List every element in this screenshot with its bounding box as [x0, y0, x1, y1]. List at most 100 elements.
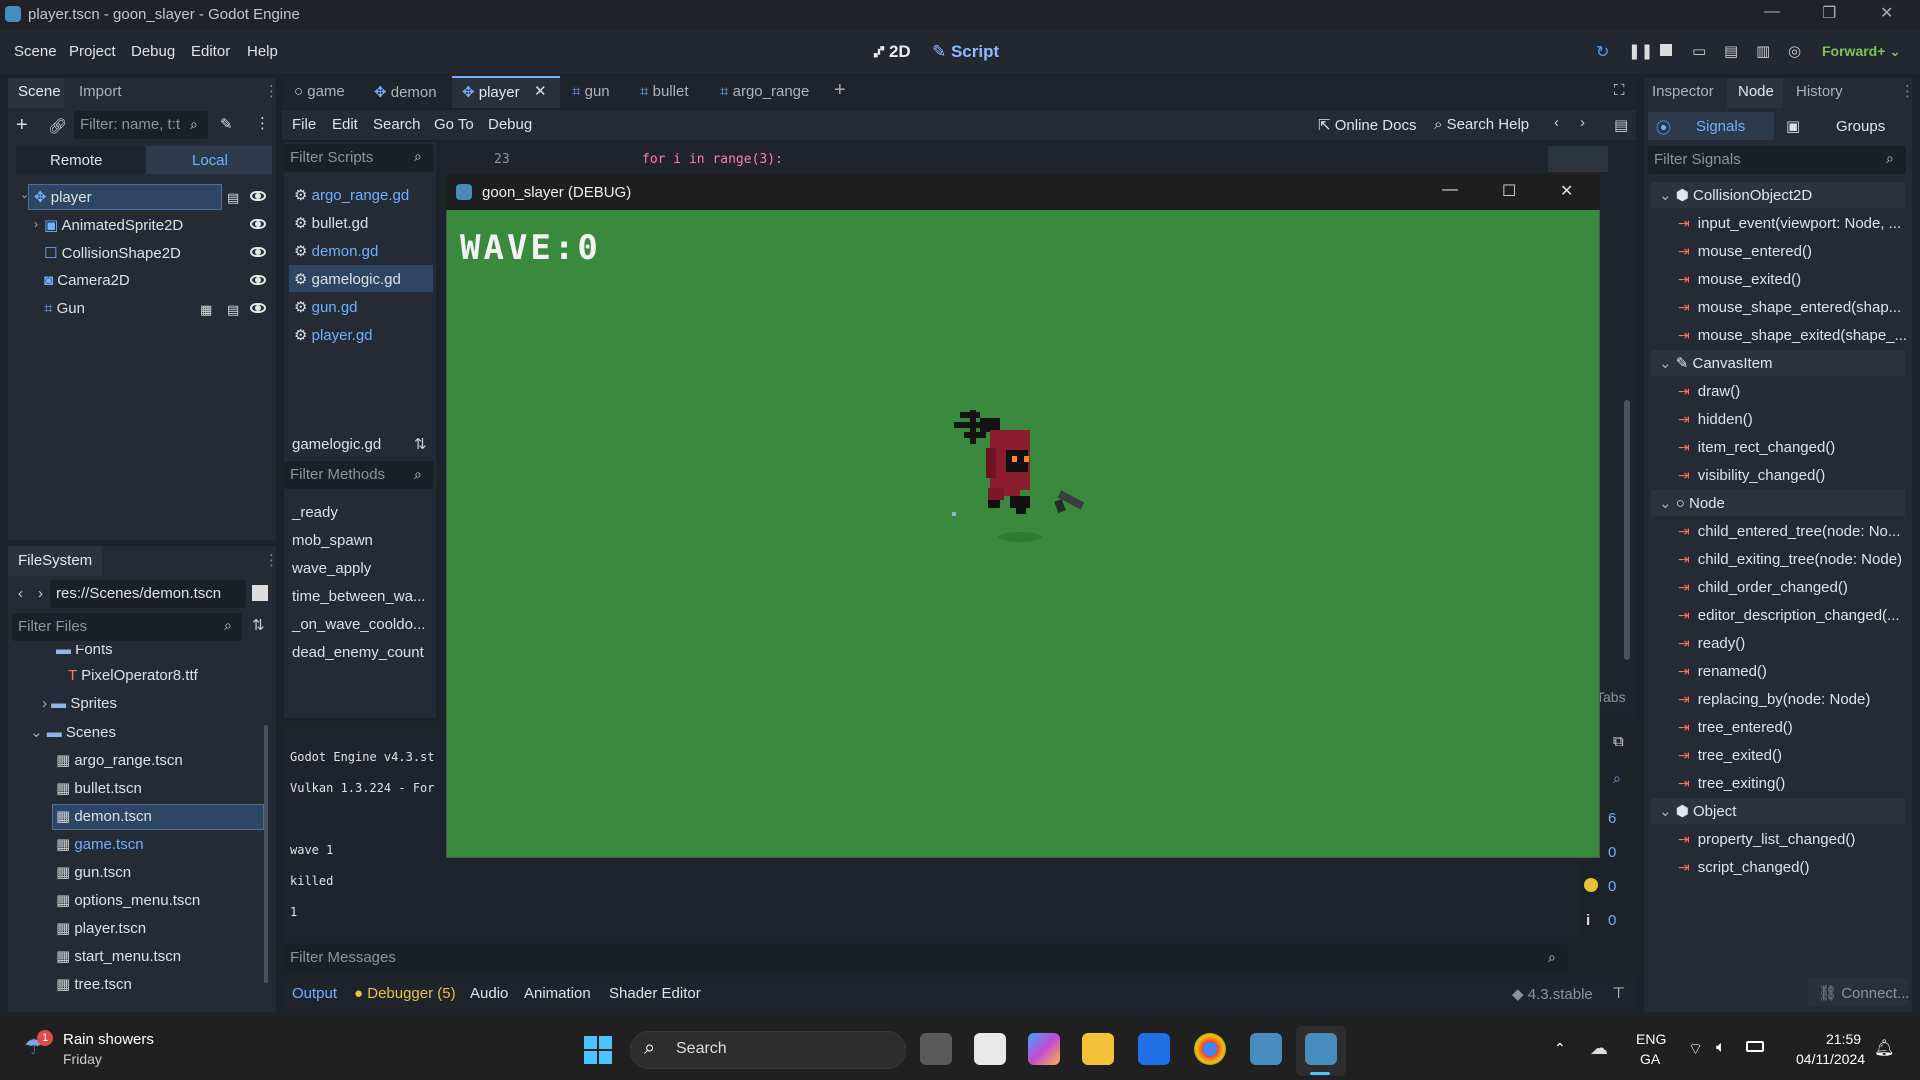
script-icon[interactable]: ▤ — [227, 190, 239, 206]
visibility-icon[interactable] — [250, 303, 266, 313]
tab-player[interactable]: ✥ player — [462, 83, 520, 101]
language-eng[interactable]: ENG — [1636, 1031, 1666, 1047]
script-menu-debug[interactable]: Debug — [488, 116, 532, 133]
filter-messages-input[interactable]: Filter Messages — [284, 944, 1568, 972]
signal-item[interactable]: ⇥ item_rect_changed() — [1678, 439, 1835, 456]
list-item[interactable]: ▦ start_menu.tscn — [56, 947, 181, 965]
toggle-panel-icon[interactable]: ▤ — [1614, 116, 1628, 134]
online-docs-button[interactable]: ⇱ Online Docs — [1318, 116, 1416, 134]
tab-inspector[interactable]: Inspector — [1652, 83, 1714, 100]
list-item[interactable]: ▦ demon.tscn — [56, 807, 152, 825]
signal-item[interactable]: ⇥ visibility_changed() — [1678, 467, 1825, 484]
list-item[interactable]: ▦ bullet.tscn — [56, 779, 142, 797]
split-view-icon[interactable] — [252, 585, 268, 601]
script-menu-goto[interactable]: Go To — [434, 116, 474, 133]
notifications-bell-icon[interactable]: 🔔︎ — [1874, 1038, 1894, 1058]
tab-gun[interactable]: ⌗ gun — [572, 83, 610, 100]
tab-argo-range[interactable]: ⌗ argo_range — [720, 83, 809, 100]
sort-icon[interactable]: ⇅ — [252, 616, 265, 634]
warning-count[interactable]: 0 — [1608, 878, 1616, 895]
menu-scene[interactable]: Scene — [14, 43, 57, 60]
visibility-icon[interactable] — [250, 191, 266, 201]
tree-row-gun[interactable]: ⌗ Gun — [44, 300, 85, 317]
script-item[interactable]: ⚙ gun.gd — [294, 298, 358, 316]
path-input[interactable]: res://Scenes/demon.tscn — [50, 580, 246, 608]
remote-debug-icon[interactable]: ↻ — [1596, 42, 1609, 62]
script-icon[interactable]: ▤ — [227, 302, 239, 318]
tree-row-animatedsprite[interactable]: ▣ AnimatedSprite2D — [44, 216, 183, 234]
list-item[interactable]: T PixelOperator8.ttf — [68, 667, 198, 684]
volume-icon[interactable]: 🔈︎ — [1716, 1039, 1726, 1057]
method-item[interactable]: _ready — [292, 504, 338, 521]
restore-icon[interactable]: ❐ — [1822, 3, 1836, 23]
signal-item[interactable]: ⇥ mouse_shape_exited(shape_... — [1678, 327, 1907, 344]
scrollbar[interactable] — [264, 725, 268, 983]
script-item[interactable]: ⚙ gamelogic.gd — [294, 270, 401, 288]
tree-row-camera[interactable]: ◙ Camera2D — [44, 272, 130, 289]
section-node[interactable]: ⌄ ○ Node — [1651, 490, 1905, 516]
method-item[interactable]: _on_wave_cooldo... — [292, 616, 425, 633]
tab-history[interactable]: History — [1796, 83, 1843, 100]
script-menu-file[interactable]: File — [292, 116, 316, 133]
chrome-icon[interactable] — [1194, 1033, 1226, 1065]
method-item[interactable]: mob_spawn — [292, 532, 373, 549]
signal-item[interactable]: ⇥ input_event(viewport: Node, ... — [1678, 215, 1901, 232]
renderer-select[interactable]: Forward+ ⌄ — [1822, 43, 1901, 60]
list-item[interactable]: ▦ argo_range.tscn — [56, 751, 183, 769]
signal-item[interactable]: ⇥ mouse_entered() — [1678, 243, 1812, 260]
method-item[interactable]: wave_apply — [292, 560, 371, 577]
signal-item[interactable]: ⇥ ready() — [1678, 635, 1745, 652]
signal-item[interactable]: ⇥ tree_entered() — [1678, 719, 1793, 736]
chevron-up-icon[interactable]: ⌃ — [1554, 1040, 1566, 1057]
script-item[interactable]: ⚙ demon.gd — [294, 242, 378, 260]
script-item[interactable]: ⚙ player.gd — [294, 326, 373, 344]
tab-audio[interactable]: Audio — [470, 985, 508, 1002]
onedrive-icon[interactable]: ☁ — [1590, 1038, 1608, 1059]
chevron-down-icon[interactable]: ⌄ — [20, 188, 29, 201]
filter-methods-input[interactable]: Filter Methods — [284, 461, 434, 489]
dock-menu-icon[interactable]: ⋮ — [264, 82, 279, 100]
godot-app-icon[interactable] — [1250, 1033, 1282, 1065]
script-attach-icon[interactable]: ✎ — [220, 115, 233, 133]
chevron-right-icon[interactable]: › — [34, 217, 38, 231]
scrollbar[interactable] — [1624, 400, 1630, 660]
tab-scene[interactable]: Scene — [18, 83, 61, 100]
filter-signals-input[interactable]: Filter Signals — [1648, 146, 1906, 174]
close-icon[interactable]: ✕ — [1560, 181, 1573, 201]
method-item[interactable]: dead_enemy_count — [292, 644, 424, 661]
tab-output[interactable]: Output — [292, 985, 337, 1002]
pause-icon[interactable]: ❚❚ — [1628, 42, 1653, 60]
link-icon[interactable]: 🔗︎ — [48, 117, 67, 135]
list-item[interactable]: ▦ gun.tscn — [56, 863, 131, 881]
script-item[interactable]: ⚙ bullet.gd — [294, 214, 368, 232]
list-item[interactable]: ▬ Fonts — [56, 645, 113, 658]
signal-item[interactable]: ⇥ tree_exiting() — [1678, 775, 1785, 792]
forward-icon[interactable]: › — [38, 585, 43, 602]
weather-text[interactable]: Rain showers — [63, 1031, 154, 1048]
signal-item[interactable]: ⇥ child_order_changed() — [1678, 579, 1848, 596]
forward-icon[interactable]: › — [1580, 114, 1585, 131]
minimize-icon[interactable]: — — [1442, 181, 1458, 199]
wifi-icon[interactable]: ⌔ — [1688, 1039, 1703, 1059]
filter-scripts-input[interactable]: Filter Scripts — [284, 144, 434, 172]
list-item[interactable]: ⌄ ▬ Scenes — [30, 723, 116, 741]
signal-item[interactable]: ⇥ mouse_shape_entered(shap... — [1678, 299, 1901, 316]
battery-icon[interactable] — [1746, 1041, 1764, 1052]
list-item[interactable]: ▦ tree.tscn — [56, 975, 132, 993]
list-item[interactable]: ▦ player.tscn — [56, 919, 146, 937]
tab-demon[interactable]: ✥ demon — [374, 83, 437, 101]
task-view-icon[interactable] — [920, 1033, 952, 1065]
search-help-button[interactable]: ⌕ Search Help — [1434, 116, 1529, 133]
godot-app-icon[interactable] — [1305, 1033, 1337, 1065]
list-item[interactable]: ▦ game.tscn — [56, 835, 144, 853]
method-item[interactable]: time_between_wa... — [292, 588, 425, 605]
script-menu-search[interactable]: Search — [373, 116, 421, 133]
tab-debugger[interactable]: ● Debugger (5) — [354, 985, 456, 1002]
tab-shader-editor[interactable]: Shader Editor — [609, 985, 701, 1002]
minimap[interactable] — [1548, 146, 1608, 172]
visibility-icon[interactable] — [250, 247, 266, 257]
tab-groups[interactable]: Groups — [1836, 118, 1885, 135]
menu-debug[interactable]: Debug — [131, 43, 175, 60]
tab-node[interactable]: Node — [1738, 83, 1774, 100]
distraction-free-icon[interactable]: ⛶ — [1614, 82, 1625, 99]
